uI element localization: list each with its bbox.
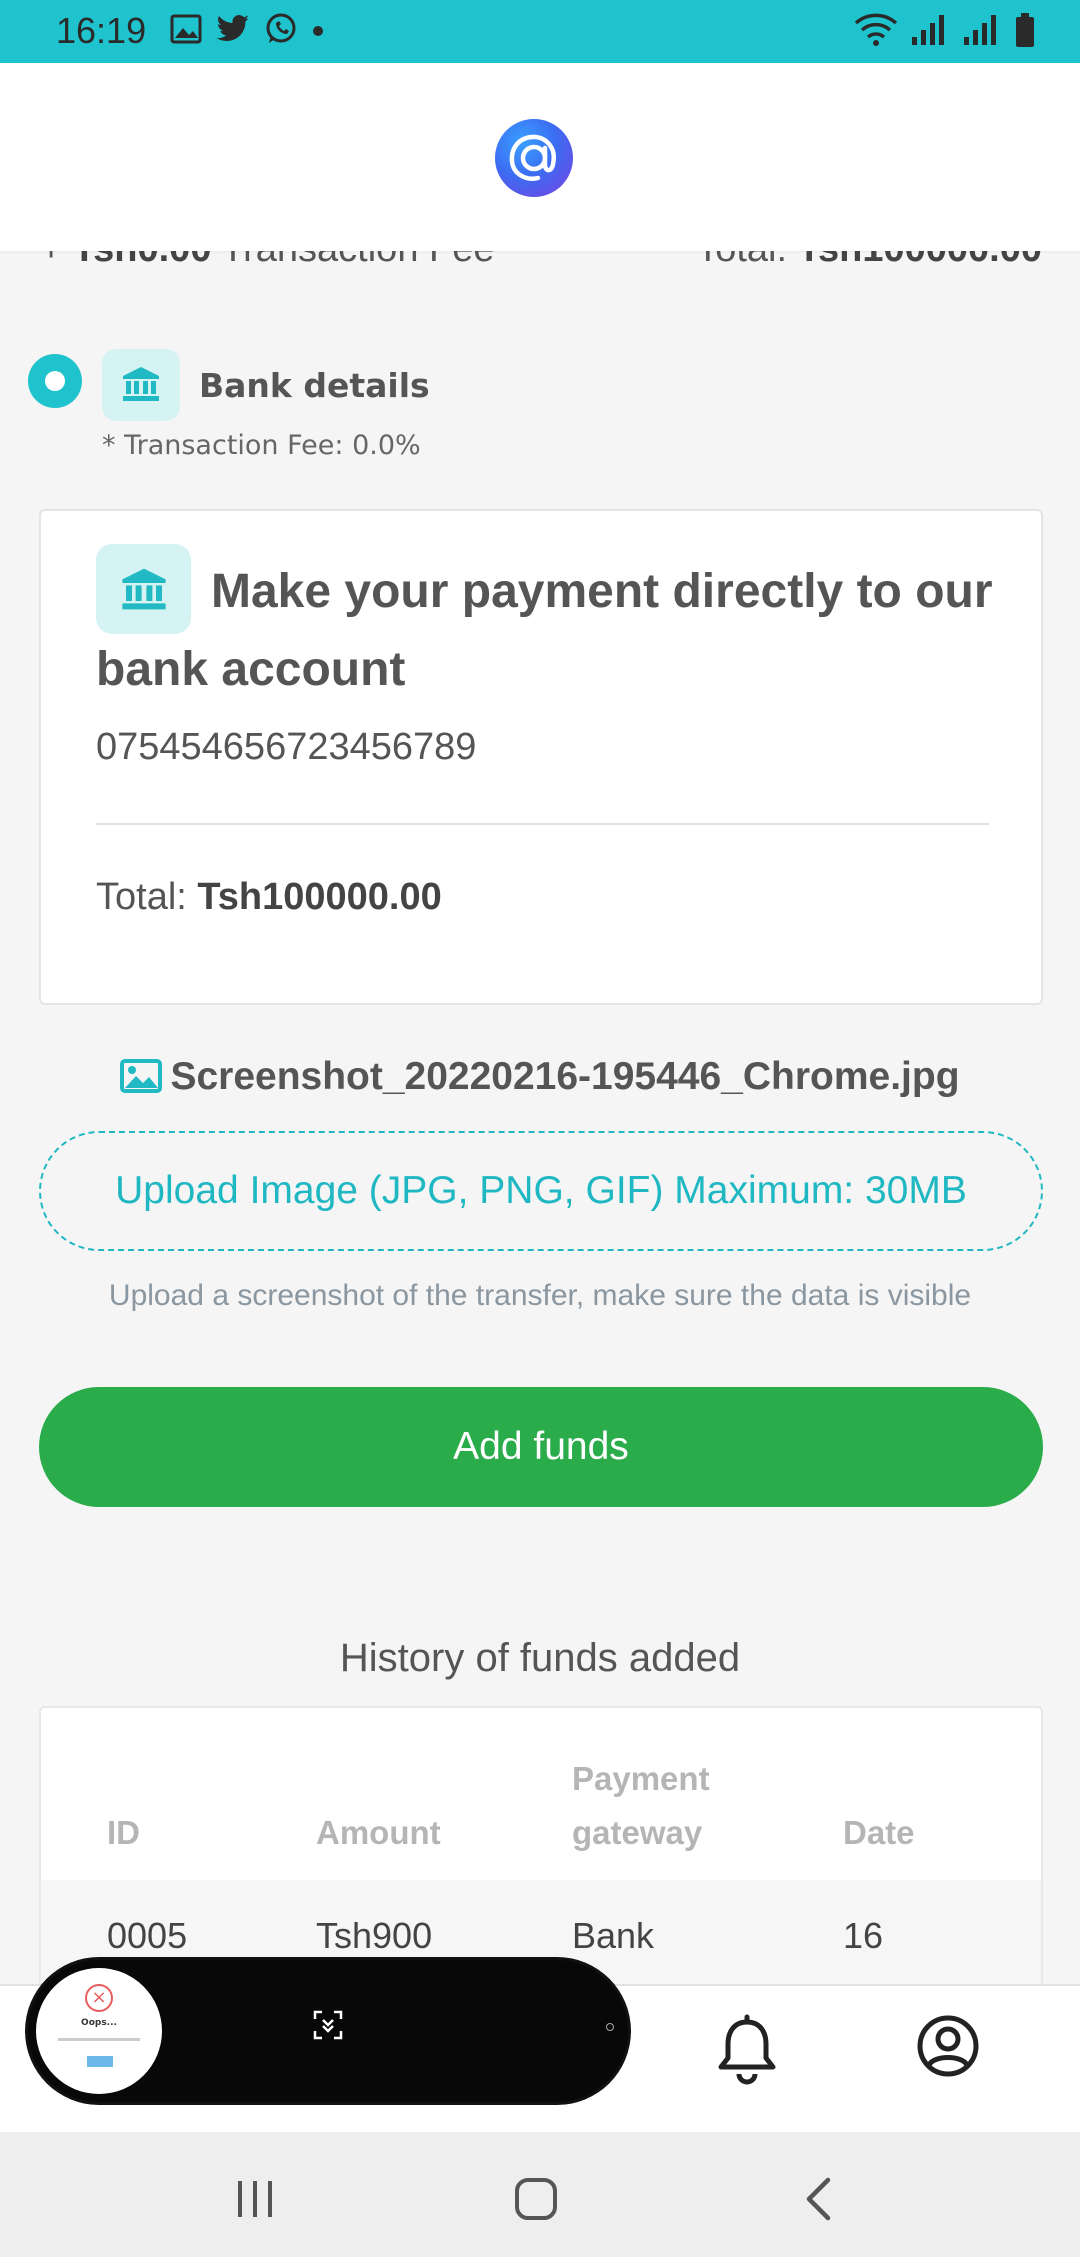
- logo-glyph-icon: [509, 134, 556, 181]
- scroll-content[interactable]: + Tsh0.00 Transaction Fee Total: Tsh1000…: [0, 251, 1080, 1984]
- column-header-date[interactable]: Date: [843, 1806, 915, 1860]
- selected-file-name: Screenshot_20220216-195446_Chrome.jpg: [170, 1055, 960, 1098]
- payment-method-label[interactable]: Bank details: [199, 366, 430, 405]
- thumbnail-text-line: [58, 2038, 140, 2041]
- history-table: ID Amount Payment gateway Date 0005 Tsh9…: [39, 1706, 1043, 1984]
- bank-account-number: 075454656723456789: [96, 726, 477, 768]
- upload-image-button[interactable]: Upload Image (JPG, PNG, GIF) Maximum: 30…: [39, 1131, 1043, 1251]
- error-icon: ×: [85, 1984, 113, 2012]
- status-bar: 16:19: [0, 0, 1080, 63]
- screen-capture-icon[interactable]: [313, 2010, 343, 2040]
- screen-recorder-overlay[interactable]: × Oops...: [28, 1960, 628, 2102]
- recent-apps-icon[interactable]: [235, 2179, 275, 2219]
- card-total-amount: Tsh100000.00: [197, 876, 442, 918]
- wifi-icon: [854, 13, 898, 46]
- cell-id: 0005: [107, 1915, 188, 1956]
- signal-2-icon: [964, 15, 996, 45]
- back-icon[interactable]: [804, 2177, 832, 2221]
- app-logo[interactable]: [495, 119, 573, 197]
- thumbnail-button: [87, 2056, 113, 2067]
- cell-date: 16: [843, 1915, 884, 1956]
- summary-row: + Tsh0.00 Transaction Fee Total: Tsh1000…: [40, 251, 1042, 288]
- fee-amount: Tsh0.00: [73, 251, 212, 270]
- bank-card-title: Make your payment directly to our bank a…: [96, 565, 993, 696]
- twitter-icon: [216, 14, 249, 42]
- selected-file: Screenshot_20220216-195446_Chrome.jpg: [0, 1055, 1080, 1099]
- notifications-bell-icon[interactable]: [712, 2014, 782, 2086]
- bank-details-card: Make your payment directly to our bank a…: [39, 509, 1043, 1005]
- fee-suffix: Transaction Fee: [211, 251, 494, 270]
- recorder-handle[interactable]: [606, 2023, 614, 2031]
- home-icon[interactable]: [514, 2177, 558, 2221]
- fee-prefix: +: [40, 251, 73, 270]
- fee-summary: + Tsh0.00 Transaction Fee: [40, 251, 495, 271]
- app-header: [0, 63, 1080, 251]
- column-header-amount[interactable]: Amount: [316, 1806, 441, 1860]
- profile-icon[interactable]: [914, 2012, 982, 2080]
- system-status-icons: [854, 12, 1036, 48]
- column-header-gateway[interactable]: Payment gateway: [572, 1752, 772, 1860]
- bank-icon: [123, 367, 159, 401]
- bank-method-icon-box: [102, 349, 180, 421]
- recording-thumbnail[interactable]: × Oops...: [36, 1968, 162, 2094]
- upload-hint: Upload a screenshot of the transfer, mak…: [108, 1279, 972, 1312]
- image-icon: [170, 14, 202, 44]
- cell-amount: Tsh900: [316, 1915, 433, 1956]
- total-amount: Tsh100000.00: [798, 251, 1042, 270]
- cell-gateway: Bank: [572, 1915, 655, 1956]
- status-time: 16:19: [56, 10, 147, 51]
- history-title: History of funds added: [339, 1636, 741, 1680]
- column-header-id[interactable]: ID: [107, 1806, 140, 1860]
- image-file-icon: [120, 1059, 163, 1093]
- total-label: Total:: [696, 251, 797, 270]
- thumbnail-title: Oops...: [81, 2018, 117, 2028]
- battery-icon: [1016, 13, 1034, 47]
- signal-icon: [912, 15, 944, 45]
- card-total: Total: Tsh100000.00: [96, 876, 442, 919]
- payment-method-fee: * Transaction Fee: 0.0%: [102, 430, 421, 461]
- more-notifications-icon: [313, 26, 323, 36]
- card-divider: [96, 823, 989, 825]
- notification-icons: [170, 12, 324, 46]
- total-summary: Total: Tsh100000.00: [696, 251, 1042, 271]
- add-funds-button[interactable]: Add funds: [39, 1387, 1043, 1507]
- card-total-label: Total:: [96, 876, 198, 918]
- whatsapp-icon: [266, 13, 296, 43]
- payment-method-radio[interactable]: [28, 354, 82, 408]
- system-navigation-bar: [0, 2132, 1080, 2257]
